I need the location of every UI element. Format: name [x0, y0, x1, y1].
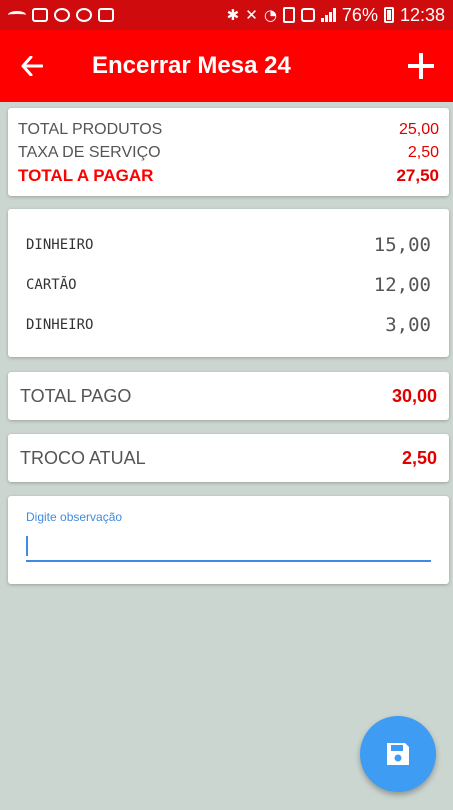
- app-bar: Encerrar Mesa 24: [0, 30, 453, 102]
- add-button[interactable]: [389, 30, 453, 102]
- battery-percent: 76%: [341, 4, 378, 25]
- save-button[interactable]: [360, 716, 436, 792]
- store-app-icon: [98, 8, 114, 22]
- payment-method: DINHEIRO: [26, 237, 94, 253]
- payment-method: DINHEIRO: [26, 317, 94, 333]
- battery-icon: [383, 7, 394, 23]
- clock: 12:38: [399, 4, 445, 25]
- payment-method: CARTÃO: [26, 277, 77, 293]
- payment-row[interactable]: DINHEIRO 3,00: [26, 305, 431, 345]
- troco-label: TROCO ATUAL: [20, 447, 146, 468]
- payment-row[interactable]: DINHEIRO 15,00: [26, 225, 431, 265]
- total-a-pagar-value: 27,50: [396, 165, 439, 185]
- floppy-disk-icon: [387, 743, 409, 765]
- wifi-hotspot-icon: [8, 11, 26, 19]
- arrow-left-icon: [21, 56, 43, 76]
- observation-input[interactable]: [26, 534, 431, 562]
- total-a-pagar-row: TOTAL A PAGAR 27,50: [18, 164, 439, 187]
- signal-icon: [320, 8, 336, 22]
- payments-card: DINHEIRO 15,00 CARTÃO 12,00 DINHEIRO 3,0…: [8, 209, 449, 357]
- whatsapp-icon: [54, 8, 70, 22]
- notification-icons: [8, 8, 114, 22]
- taxa-servico-value: 2,50: [407, 143, 439, 161]
- plus-icon: [408, 53, 434, 79]
- payment-row[interactable]: CARTÃO 12,00: [26, 265, 431, 305]
- total-pago-value: 30,00: [391, 385, 437, 406]
- bluetooth-icon: ✱: [226, 5, 240, 24]
- taxa-servico-label: TAXA DE SERVIÇO: [18, 143, 161, 161]
- payment-value: 12,00: [373, 274, 431, 296]
- total-pago-label: TOTAL PAGO: [20, 385, 132, 406]
- observation-label: Digite observação: [26, 510, 123, 524]
- payment-value: 15,00: [373, 234, 431, 256]
- total-pago-card: TOTAL PAGO 30,00: [8, 372, 449, 420]
- taxa-servico-row: TAXA DE SERVIÇO 2,50: [18, 141, 439, 164]
- sim-icon: [282, 7, 295, 23]
- system-icons: ✱ ✕ ◔ 76% 12:38: [227, 5, 445, 26]
- chart-app-icon: [76, 8, 92, 22]
- back-button[interactable]: [0, 30, 64, 102]
- total-produtos-row: TOTAL PRODUTOS 25,00: [18, 118, 439, 141]
- page-title: Encerrar Mesa 24: [92, 52, 291, 79]
- text-cursor: [26, 536, 28, 556]
- total-produtos-value: 25,00: [398, 120, 439, 138]
- mute-icon: ✕: [245, 5, 258, 24]
- status-bar: ✱ ✕ ◔ 76% 12:38: [0, 0, 453, 30]
- no-signal-icon: [300, 8, 315, 22]
- total-a-pagar-label: TOTAL A PAGAR: [18, 165, 154, 185]
- troco-card: TROCO ATUAL 2,50: [8, 434, 449, 482]
- observation-card: Digite observação: [8, 496, 449, 584]
- troco-value: 2,50: [401, 447, 437, 468]
- summary-card: TOTAL PRODUTOS 25,00 TAXA DE SERVIÇO 2,5…: [8, 108, 449, 196]
- image-icon: [32, 8, 48, 22]
- wifi-icon: ◔: [263, 5, 277, 24]
- payment-value: 3,00: [385, 314, 431, 336]
- total-produtos-label: TOTAL PRODUTOS: [18, 120, 163, 138]
